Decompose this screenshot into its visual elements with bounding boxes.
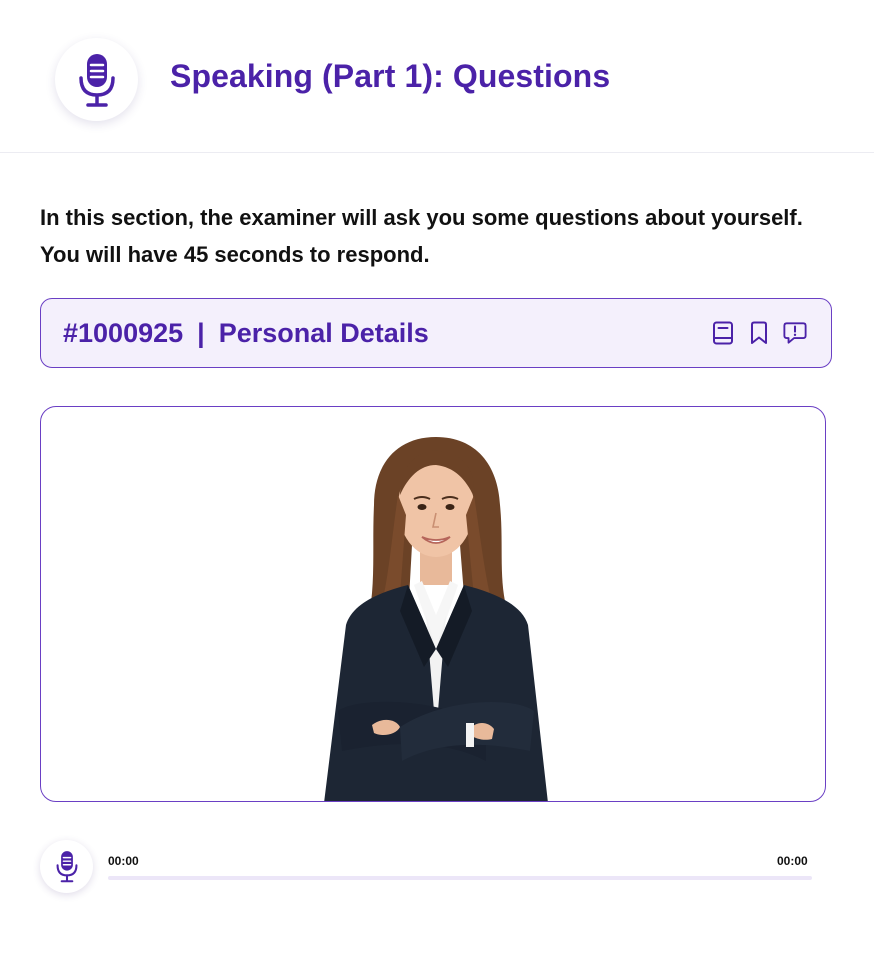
page-title: Speaking (Part 1): Questions	[170, 58, 611, 94]
record-button[interactable]	[40, 840, 93, 893]
book-button[interactable]	[711, 320, 735, 346]
bookmark-icon	[751, 321, 767, 344]
page-header: Speaking (Part 1): Questions	[0, 0, 874, 153]
total-time: 00:00	[777, 854, 808, 868]
question-title: #1000925 | Personal Details	[63, 318, 429, 349]
section-instructions: In this section, the examiner will ask y…	[40, 205, 803, 267]
current-time: 00:00	[108, 854, 139, 868]
question-header-bar: #1000925 | Personal Details	[40, 298, 832, 368]
microphone-icon	[78, 53, 115, 107]
report-button[interactable]	[783, 320, 807, 346]
audio-progress-bar[interactable]	[108, 876, 812, 880]
microphone-icon	[56, 851, 77, 883]
examiner-video-frame	[40, 406, 826, 802]
bookmark-button[interactable]	[747, 320, 771, 346]
question-separator: |	[197, 317, 205, 348]
examiner-image	[324, 437, 548, 801]
question-topic: Personal Details	[218, 317, 429, 348]
header-mic-badge	[55, 38, 138, 121]
question-id: #1000925	[63, 317, 184, 348]
report-icon	[783, 322, 807, 344]
question-tools	[711, 320, 807, 346]
book-icon	[713, 321, 733, 345]
